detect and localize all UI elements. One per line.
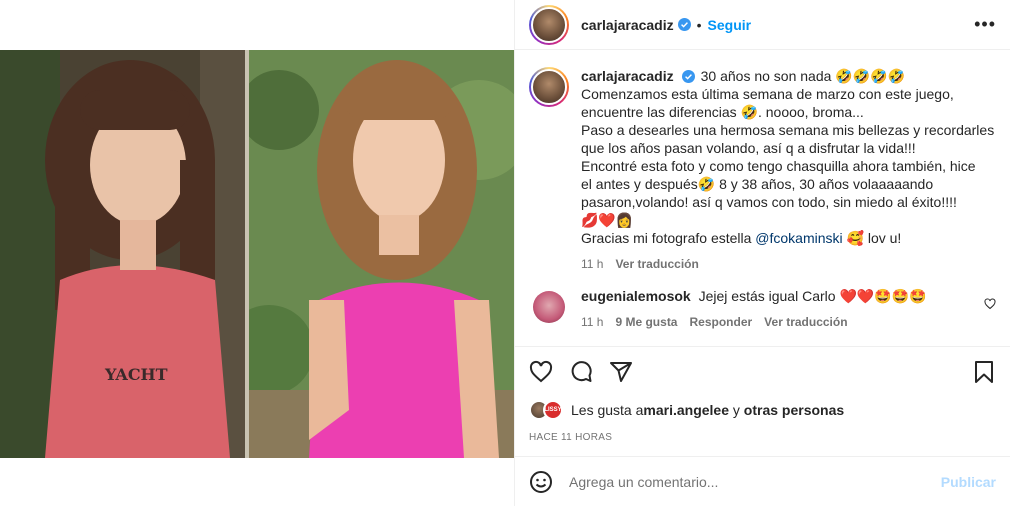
caption-line-4: que los años pasan volando, así q a disf… xyxy=(581,140,916,156)
add-comment-bar: Publicar xyxy=(515,456,1010,506)
bookmark-icon[interactable] xyxy=(972,360,996,384)
comment-time: 11 h xyxy=(581,315,604,329)
caption-last-suffix: 🥰 lov u! xyxy=(842,230,902,246)
commenter-avatar[interactable] xyxy=(529,287,569,327)
caption-time: 11 h xyxy=(581,257,604,271)
caption-line-7: pasaron,volando! así q vamos con todo, s… xyxy=(581,194,957,210)
verified-icon xyxy=(677,18,691,31)
action-bar xyxy=(515,346,1010,396)
caption-line-2: encuentre las diferencias 🤣. noooo, brom… xyxy=(581,104,864,120)
separator-dot: • xyxy=(696,16,702,33)
caption-line-9: Gracias mi fotografo estella @fcokaminsk… xyxy=(581,229,996,247)
caption-line-1: Comenzamos esta última semana de marzo c… xyxy=(581,86,954,102)
photo-adult-art xyxy=(249,50,514,458)
photo-childhood: YACHT xyxy=(0,50,245,458)
comment-text: Jejej estás igual Carlo ❤️❤️🤩🤩🤩 xyxy=(698,288,927,304)
likes-others[interactable]: otras personas xyxy=(744,402,844,418)
likes-summary: LISSY Les gusta a mari.angelee y otras p… xyxy=(529,400,996,420)
smile-icon[interactable] xyxy=(529,470,553,494)
heart-icon[interactable] xyxy=(529,360,553,384)
mention-link[interactable]: @fcokaminski xyxy=(755,230,842,246)
post-photo[interactable]: YACHT xyxy=(0,50,514,458)
photo-childhood-art: YACHT xyxy=(0,50,245,458)
publish-button[interactable]: Publicar xyxy=(941,474,996,490)
comment-likes[interactable]: 9 Me gusta xyxy=(615,313,677,331)
caption-line-8: 💋❤️👩 xyxy=(581,212,634,228)
share-icon[interactable] xyxy=(609,360,633,384)
caption-last-prefix: Gracias mi fotografo estella xyxy=(581,230,756,246)
reply-button[interactable]: Responder xyxy=(689,313,752,331)
caption-line-3: Paso a desearles una hermosa semana mis … xyxy=(581,122,995,138)
author-username[interactable]: carlajaracadiz xyxy=(581,17,674,33)
caption-translate-link[interactable]: Ver traducción xyxy=(615,255,698,273)
caption: carlajaracadiz 30 años no son nada 🤣🤣🤣🤣 C… xyxy=(529,67,996,273)
comment-icon[interactable] xyxy=(569,360,593,384)
commenter-username[interactable]: eugenialemosok xyxy=(581,288,691,304)
comment-item: eugenialemosok Jejej estás igual Carlo ❤… xyxy=(529,287,996,331)
comment-meta: 11 h 9 Me gusta Responder Ver traducción xyxy=(581,313,974,331)
caption-line-6: el antes y después🤣 8 y 38 años, 30 años… xyxy=(581,176,934,192)
liker-avatars[interactable]: LISSY xyxy=(529,400,563,420)
caption-meta: 11 h Ver traducción xyxy=(581,255,996,273)
photo-adult xyxy=(249,50,514,458)
caption-username[interactable]: carlajaracadiz xyxy=(581,68,674,84)
more-icon[interactable]: ••• xyxy=(974,14,996,35)
comments-list: carlajaracadiz 30 años no son nada 🤣🤣🤣🤣 C… xyxy=(515,51,1010,346)
media-pane: YACHT xyxy=(0,0,514,506)
verified-icon xyxy=(681,70,695,83)
caption-body: carlajaracadiz 30 años no son nada 🤣🤣🤣🤣 C… xyxy=(581,67,996,273)
post-header: carlajaracadiz • Seguir ••• xyxy=(515,0,1010,50)
svg-text:YACHT: YACHT xyxy=(104,365,168,384)
post-side-panel: carlajaracadiz • Seguir ••• carlajaracad… xyxy=(514,0,1010,506)
likes-middle: y xyxy=(729,402,744,418)
comment-like-heart-icon[interactable] xyxy=(984,297,996,310)
post-time-ago: HACE 11 HORAS xyxy=(529,432,613,443)
author-avatar[interactable] xyxy=(529,4,569,45)
comment-body: eugenialemosok Jejej estás igual Carlo ❤… xyxy=(581,287,996,331)
caption-avatar[interactable] xyxy=(529,67,569,107)
likes-prefix: Les gusta a xyxy=(571,402,644,418)
liker-avatar-badge: LISSY xyxy=(543,400,563,420)
comment-input[interactable] xyxy=(569,473,931,490)
caption-line-0: 30 años no son nada 🤣🤣🤣🤣 xyxy=(700,68,906,84)
caption-line-5: Encontré esta foto y como tengo chasquil… xyxy=(581,158,976,174)
likes-user[interactable]: mari.angelee xyxy=(643,402,729,418)
comment-translate-link[interactable]: Ver traducción xyxy=(764,313,847,331)
follow-button[interactable]: Seguir xyxy=(708,17,752,33)
